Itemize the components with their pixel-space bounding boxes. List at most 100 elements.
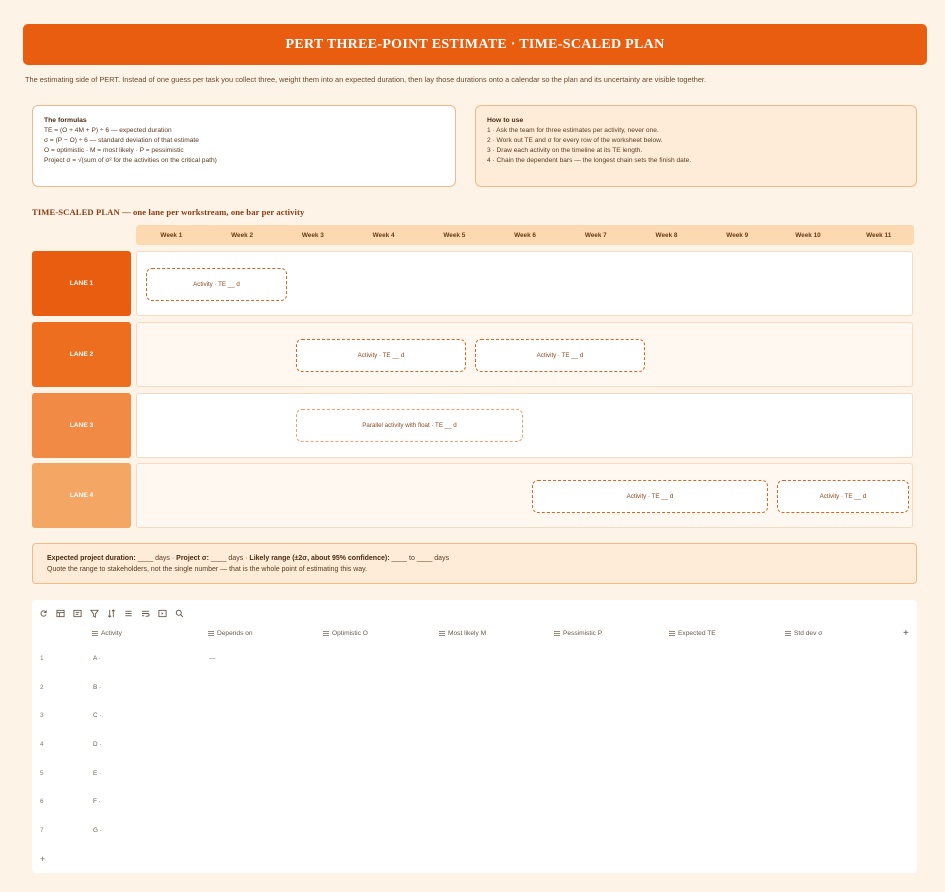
activity-bar[interactable]: Activity · TE __ d (475, 339, 645, 372)
formula-line: Project σ = √(sum of σ² for the activiti… (44, 157, 217, 164)
column-header[interactable]: Std dev σ (785, 630, 822, 637)
worksheet: Activity Depends on Optimistic O Most li… (32, 600, 917, 873)
column-label: Std dev σ (794, 630, 823, 637)
row-number: 6 (40, 798, 44, 805)
activity-cell[interactable]: F · (93, 798, 101, 805)
summary-blank: ____ to ____ days (389, 555, 450, 562)
formula-line: σ = (P − O) ÷ 6 — standard deviation of … (44, 137, 199, 144)
row-number: 1 (40, 655, 44, 662)
lane-label: LANE 3 (32, 393, 131, 458)
page-title: PERT THREE-POINT ESTIMATE · TIME-SCALED … (23, 24, 927, 65)
week-label: Week 3 (301, 231, 324, 239)
filter-icon[interactable] (89, 608, 99, 618)
summary-blank: ____ days · (208, 555, 250, 562)
text-type-icon (92, 631, 98, 636)
column-header[interactable]: Optimistic O (323, 630, 368, 637)
summary-label: Expected project duration: (47, 555, 136, 562)
summary-label: Project σ: (176, 555, 209, 562)
text-type-icon (785, 631, 791, 636)
text-type-icon (439, 631, 445, 636)
text-type-icon (208, 631, 214, 636)
formulas-card: The formulas TE = (O + 4M + P) ÷ 6 — exp… (32, 105, 456, 187)
week-label: Week 5 (443, 231, 466, 239)
lane-track: Activity · TE __ d Activity · TE __ d (136, 322, 913, 387)
lane-label: LANE 4 (32, 463, 131, 528)
row-number: 2 (40, 684, 44, 691)
column-label: Pessimistic P (563, 630, 603, 637)
column-header[interactable]: Activity (92, 630, 122, 637)
column-label: Optimistic O (332, 630, 368, 637)
summary-line: Expected project duration: ____ days · P… (47, 553, 902, 564)
week-label: Week 11 (866, 231, 892, 239)
summary-note: Quote the range to stakeholders, not the… (47, 566, 368, 573)
summary-box: Expected project duration: ____ days · P… (32, 543, 917, 584)
formula-line: O = optimistic · M = most likely · P = p… (44, 147, 184, 154)
lane-track: Parallel activity with float · TE __ d (136, 393, 913, 458)
column-header[interactable]: Depends on (208, 630, 253, 637)
week-label: Week 1 (160, 231, 183, 239)
table-icon[interactable] (55, 608, 65, 618)
summary-blank: ____ days · (135, 555, 177, 562)
column-label: Most likely M (448, 630, 487, 637)
week-label: Week 6 (514, 231, 536, 239)
list-icon[interactable] (123, 608, 133, 618)
activity-bar[interactable]: Activity · TE __ d (146, 268, 287, 301)
refresh-icon[interactable] (38, 608, 48, 618)
row-number: 5 (40, 770, 44, 777)
text-type-icon (554, 631, 560, 636)
sort-icon[interactable] (106, 608, 116, 618)
how-to-step: 1 · Ask the team for three estimates per… (487, 127, 659, 134)
search-icon[interactable] (174, 608, 184, 618)
week-header: Week 1 Week 2 Week 3 Week 4 Week 5 Week … (136, 225, 914, 245)
formulas-title: The formulas (44, 117, 87, 124)
column-label: Activity (101, 630, 122, 637)
how-to-step: 4 · Chain the dependent bars — the longe… (487, 157, 692, 164)
week-label: Week 7 (584, 231, 607, 239)
how-to-step: 2 · Work out TE and σ for every row of t… (487, 137, 663, 144)
activity-cell[interactable]: B · (93, 684, 101, 691)
lane-label: LANE 1 (32, 251, 131, 316)
formula-line: TE = (O + 4M + P) ÷ 6 — expected duratio… (44, 127, 172, 134)
week-label: Week 4 (372, 231, 395, 239)
intro-text: The estimating side of PERT. Instead of … (25, 75, 707, 84)
how-to-step: 3 · Draw each activity on the timeline a… (487, 147, 643, 154)
how-to-card: How to use 1 · Ask the team for three es… (475, 105, 917, 187)
summary-label: Likely range (±2σ, about 95% confidence)… (249, 555, 390, 562)
lane-track: Activity · TE __ d Activity · TE __ d (136, 463, 913, 528)
lane-label: LANE 2 (32, 322, 131, 387)
sheet-toolbar (38, 606, 184, 620)
activity-cell[interactable]: E · (93, 770, 101, 777)
add-row-button[interactable]: + (40, 854, 45, 864)
text-type-icon (323, 631, 329, 636)
freeze-icon[interactable] (157, 608, 167, 618)
week-label: Week 9 (726, 231, 749, 239)
add-column-button[interactable]: + (903, 628, 909, 639)
depends-cell[interactable]: — (209, 655, 215, 662)
wrap-icon[interactable] (140, 608, 150, 618)
activity-cell[interactable]: G · (93, 827, 102, 834)
row-number: 3 (40, 712, 44, 719)
activity-bar[interactable]: Activity · TE __ d (296, 339, 466, 372)
week-label: Week 8 (655, 231, 678, 239)
row-number: 7 (40, 827, 44, 834)
how-to-title: How to use (487, 117, 524, 124)
column-header[interactable]: Pessimistic P (554, 630, 602, 637)
activity-bar[interactable]: Activity · TE __ d (777, 480, 909, 513)
column-label: Depends on (217, 630, 253, 637)
activity-cell[interactable]: D · (93, 741, 102, 748)
column-label: Expected TE (678, 630, 716, 637)
activity-cell[interactable]: C · (93, 712, 102, 719)
activity-cell[interactable]: A · (93, 655, 101, 662)
column-header[interactable]: Expected TE (669, 630, 716, 637)
layout-icon[interactable] (72, 608, 82, 618)
plan-title: TIME-SCALED PLAN — one lane per workstre… (32, 207, 305, 217)
lane-track: Activity · TE __ d (136, 251, 913, 316)
row-number: 4 (40, 741, 44, 748)
text-type-icon (669, 631, 675, 636)
activity-bar-float[interactable]: Parallel activity with float · TE __ d (296, 409, 523, 442)
page: PERT THREE-POINT ESTIMATE · TIME-SCALED … (0, 0, 945, 892)
week-label: Week 2 (231, 231, 254, 239)
column-header[interactable]: Most likely M (439, 630, 486, 637)
activity-bar[interactable]: Activity · TE __ d (532, 480, 768, 513)
week-label: Week 10 (795, 231, 821, 239)
